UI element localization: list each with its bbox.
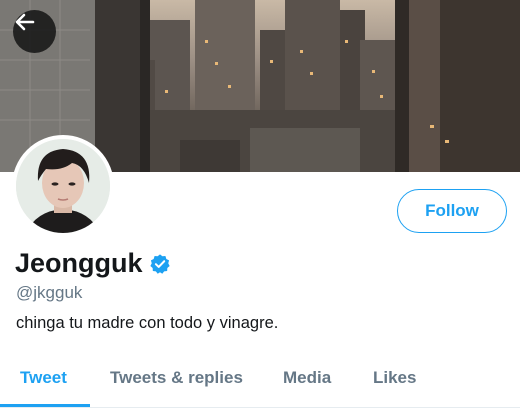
- profile-photo: [16, 139, 110, 233]
- avatar[interactable]: [12, 135, 114, 237]
- tabs-divider: [0, 407, 520, 408]
- tab-tweets-replies[interactable]: Tweets & replies: [110, 352, 243, 404]
- follow-button[interactable]: Follow: [397, 189, 507, 233]
- user-bio: chinga tu madre con todo y vinagre.: [16, 314, 279, 332]
- tab-media[interactable]: Media: [283, 352, 331, 404]
- tab-tweets[interactable]: Tweet: [20, 352, 67, 404]
- arrow-left-icon: [15, 13, 35, 31]
- tab-likes[interactable]: Likes: [373, 352, 416, 404]
- display-name: Jeongguk: [15, 248, 171, 279]
- verified-badge-icon: [149, 253, 171, 275]
- user-handle: @jkgguk: [16, 283, 83, 302]
- display-name-text: Jeongguk: [15, 248, 143, 278]
- back-button[interactable]: [13, 10, 56, 53]
- profile-tabs: Tweet Tweets & replies Media Likes: [0, 352, 520, 408]
